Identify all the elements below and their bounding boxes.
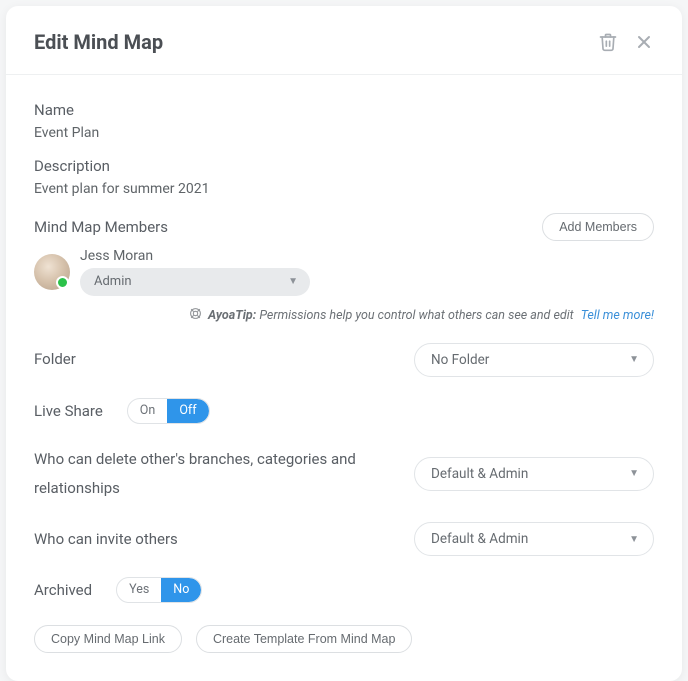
tip-link[interactable]: Tell me more! bbox=[581, 308, 654, 323]
description-label: Description bbox=[34, 157, 654, 175]
chevron-down-icon: ▼ bbox=[629, 468, 639, 479]
delete-perm-value: Default & Admin bbox=[431, 466, 528, 482]
ayoa-tip: AyoaTip: Permissions help you control wh… bbox=[34, 306, 654, 323]
modal-title: Edit Mind Map bbox=[34, 30, 163, 54]
member-role-value: Admin bbox=[94, 274, 132, 289]
footer-actions: Copy Mind Map Link Create Template From … bbox=[34, 625, 654, 653]
description-value[interactable]: Event plan for summer 2021 bbox=[34, 181, 654, 197]
chevron-down-icon: ▼ bbox=[629, 534, 639, 545]
chevron-down-icon: ▼ bbox=[288, 276, 298, 287]
member-role-select[interactable]: Admin ▼ bbox=[80, 268, 310, 296]
create-template-button[interactable]: Create Template From Mind Map bbox=[196, 625, 412, 653]
archived-toggle[interactable]: Yes No bbox=[116, 577, 202, 603]
members-label: Mind Map Members bbox=[34, 213, 168, 242]
folder-label: Folder bbox=[34, 345, 76, 374]
toggle-on: On bbox=[128, 399, 168, 423]
invite-perm-select[interactable]: Default & Admin ▼ bbox=[414, 522, 654, 556]
toggle-yes: Yes bbox=[117, 578, 161, 602]
delete-perm-label: Who can delete other's branches, categor… bbox=[34, 445, 374, 502]
chevron-down-icon: ▼ bbox=[629, 354, 639, 365]
member-name: Jess Moran bbox=[80, 248, 310, 264]
add-members-button[interactable]: Add Members bbox=[542, 213, 654, 241]
toggle-off: Off bbox=[167, 399, 208, 423]
liveshare-label: Live Share bbox=[34, 397, 103, 426]
copy-link-button[interactable]: Copy Mind Map Link bbox=[34, 625, 182, 653]
close-icon[interactable] bbox=[634, 32, 654, 52]
edit-mind-map-modal: Edit Mind Map Name Event Plan Descriptio… bbox=[6, 6, 682, 681]
modal-content: Name Event Plan Description Event plan f… bbox=[6, 75, 682, 681]
invite-perm-value: Default & Admin bbox=[431, 531, 528, 547]
modal-header: Edit Mind Map bbox=[6, 6, 682, 75]
folder-value: No Folder bbox=[431, 352, 489, 368]
invite-perm-label: Who can invite others bbox=[34, 525, 178, 554]
avatar bbox=[34, 254, 70, 290]
name-value[interactable]: Event Plan bbox=[34, 125, 654, 141]
member-row: Jess Moran Admin ▼ bbox=[34, 248, 654, 296]
folder-select[interactable]: No Folder ▼ bbox=[414, 343, 654, 377]
name-label: Name bbox=[34, 101, 654, 119]
delete-perm-select[interactable]: Default & Admin ▼ bbox=[414, 457, 654, 491]
toggle-no: No bbox=[161, 578, 201, 602]
lifebuoy-icon bbox=[189, 307, 202, 324]
tip-text: Permissions help you control what others… bbox=[259, 308, 573, 323]
archived-label: Archived bbox=[34, 576, 92, 605]
tip-prefix: AyoaTip: bbox=[208, 308, 256, 323]
liveshare-toggle[interactable]: On Off bbox=[127, 398, 210, 424]
trash-icon[interactable] bbox=[598, 32, 618, 52]
